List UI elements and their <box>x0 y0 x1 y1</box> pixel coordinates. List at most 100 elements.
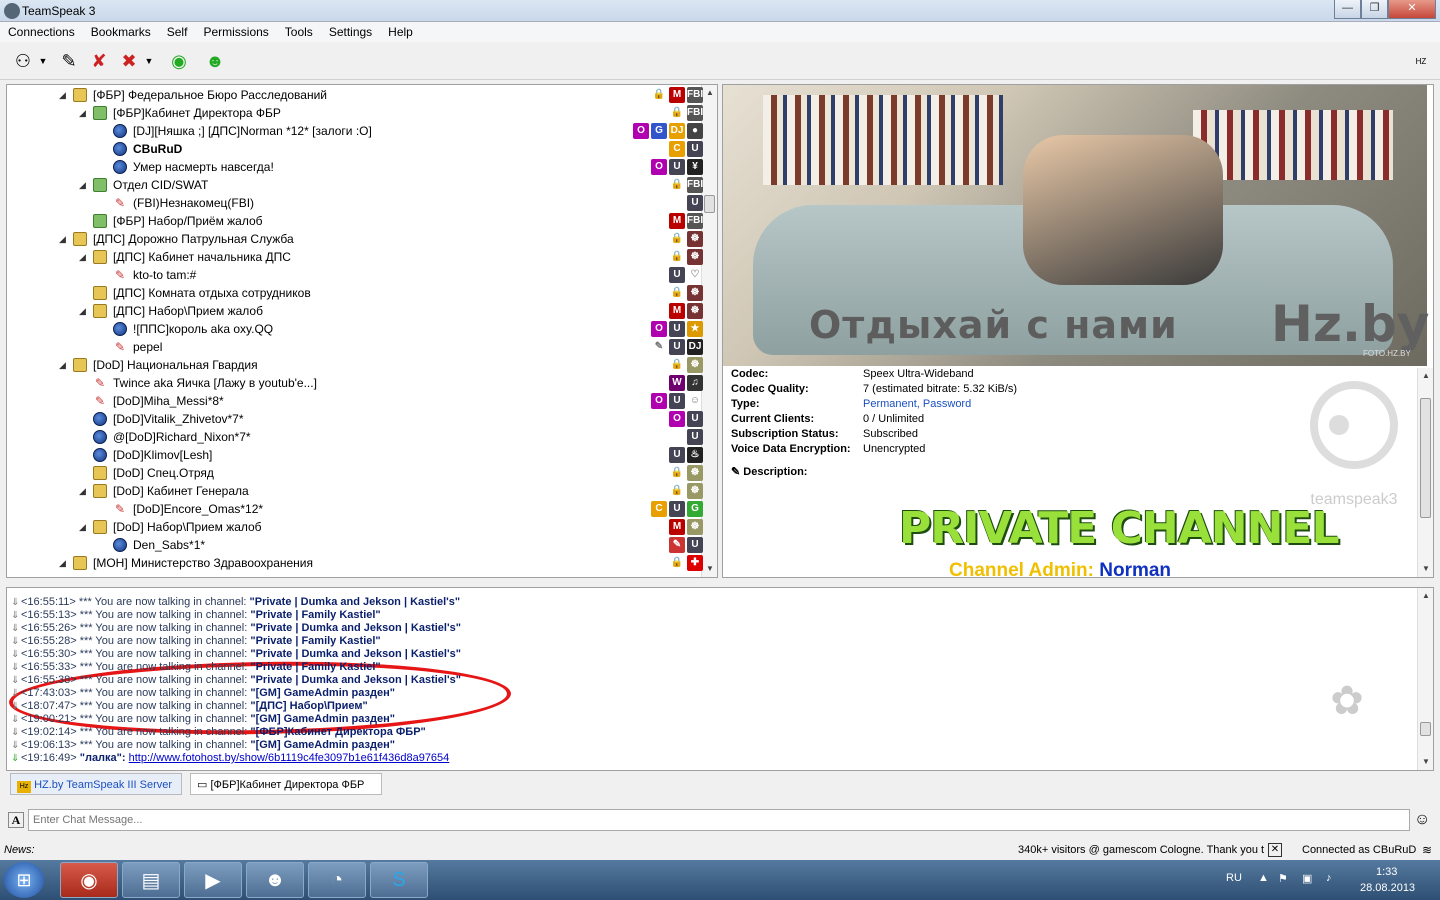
expand-arrow-icon[interactable]: ◢ <box>79 518 86 536</box>
client-item[interactable]: ✎ (FBI)Незнакомец(FBI) U <box>7 194 703 212</box>
channel-item[interactable]: ◢ [ДПС] Кабинет начальника ДПС ☸ 🔒 <box>7 248 703 266</box>
client-item[interactable]: Умер насмерть навсегда! ¥ U O <box>7 158 703 176</box>
dropdown-arrow-icon[interactable]: ▼ <box>36 48 50 74</box>
language-indicator[interactable]: RU <box>1226 872 1242 884</box>
font-format-icon[interactable]: A <box>8 812 24 828</box>
scroll-down-icon[interactable]: ▼ <box>1418 561 1433 577</box>
game-taskbar-icon[interactable]: ☻ <box>246 862 304 898</box>
menu-self[interactable]: Self <box>159 22 196 39</box>
maximize-button[interactable]: ❐ <box>1361 0 1388 19</box>
tray-volume-icon[interactable]: ♪ <box>1326 872 1332 884</box>
channel-item[interactable]: [ФБР] Набор/Приём жалоб FBI M <box>7 212 703 230</box>
scroll-thumb[interactable] <box>1420 398 1431 518</box>
client-item[interactable]: ![ППС]король aka oxy.QQ ★ U O <box>7 320 703 338</box>
menu-settings[interactable]: Settings <box>321 22 380 39</box>
info-scrollbar[interactable]: ▲ ▼ <box>1417 368 1433 577</box>
expand-arrow-icon[interactable]: ◢ <box>59 554 66 572</box>
client-item[interactable]: [DoD]Klimov[Lesh] ♨ U <box>7 446 703 464</box>
scroll-thumb[interactable] <box>1420 722 1431 736</box>
client-item[interactable]: @[DoD]Richard_Nixon*7* U <box>7 428 703 446</box>
client-item[interactable]: ✎ [DoD]Miha_Messi*8* ☺ U O <box>7 392 703 410</box>
skype-taskbar-icon[interactable]: S <box>370 862 428 898</box>
client-item[interactable]: Den_Sabs*1* U ✎ <box>7 536 703 554</box>
scroll-thumb[interactable] <box>704 195 715 213</box>
group-badge-icon: C <box>651 501 667 517</box>
away-icon[interactable]: ◉ <box>166 48 192 74</box>
group-badge-icon: DJ <box>687 339 703 355</box>
info-value[interactable]: Permanent, Password <box>863 398 1123 410</box>
expand-arrow-icon[interactable]: ◢ <box>79 104 86 122</box>
tree-scrollbar[interactable]: ▲ ▼ <box>701 85 717 577</box>
expand-arrow-icon[interactable]: ◢ <box>79 176 86 194</box>
chat-message-input[interactable] <box>28 809 1410 831</box>
chat-link[interactable]: http://www.fotohost.by/show/6b1119c4fe30… <box>129 752 450 764</box>
bookmarks-icon[interactable]: ✎ <box>56 48 82 74</box>
private-channel-title: PRIVATE CHANNEL <box>899 503 1340 554</box>
client-item[interactable]: CBuRuD U C <box>7 140 703 158</box>
scroll-up-icon[interactable]: ▲ <box>1418 368 1433 384</box>
tray-expand-icon[interactable]: ▲ <box>1258 872 1269 884</box>
tray-network-icon[interactable]: ▣ <box>1302 872 1312 885</box>
client-item[interactable]: ✎ [DoD]Encore_Omas*12* G U C <box>7 500 703 518</box>
expand-arrow-icon[interactable]: ◢ <box>79 248 86 266</box>
menu-connections[interactable]: Connections <box>0 22 83 39</box>
channel-item[interactable]: ◢ [ДПС] Набор\Прием жалоб ☸ M <box>7 302 703 320</box>
dropdown-arrow-icon[interactable]: ▼ <box>142 48 156 74</box>
client-item[interactable]: [DoD]Vitalik_Zhivetov*7* U O <box>7 410 703 428</box>
channel-item[interactable]: ◢ [DoD] Набор\Прием жалоб ☸ M <box>7 518 703 536</box>
expand-arrow-icon[interactable]: ◢ <box>79 302 86 320</box>
client-item[interactable]: [DJ][Няшка ;] [ДПС]Norman *12* [залоги :… <box>7 122 703 140</box>
channel-item[interactable]: ◢ [DoD] Национальная Гвардия ☸ 🔒 <box>7 356 703 374</box>
mute-microphone-icon[interactable]: ✖ <box>116 48 142 74</box>
clock-date[interactable]: 28.08.2013 <box>1360 882 1415 894</box>
menu-bookmarks[interactable]: Bookmarks <box>83 22 159 39</box>
channel-item[interactable]: ◢ [DoD] Кабинет Генерала ☸ 🔒 <box>7 482 703 500</box>
tab-channel[interactable]: ▭ [ФБР]Кабинет Директора ФБР <box>190 773 382 795</box>
channel-item[interactable]: ◢ [МОН] Министерство Здравоохранения ✚ 🔒 <box>7 554 703 572</box>
expand-arrow-icon[interactable]: ◢ <box>59 230 66 248</box>
channel-item[interactable]: [ДПС] Комната отдыха сотрудников ☸ 🔒 <box>7 284 703 302</box>
client-item[interactable]: ✎ kto-to tam:# ♡ U <box>7 266 703 284</box>
scroll-up-icon[interactable]: ▲ <box>1418 588 1433 604</box>
news-ticker[interactable]: 340k+ visitors @ gamescom Cologne. Thank… <box>1018 840 1264 860</box>
channel-item[interactable]: ◢ [ДПС] Дорожно Патрульная Служба ☸ 🔒 <box>7 230 703 248</box>
explorer-taskbar-icon[interactable]: ▤ <box>122 862 180 898</box>
channel-item[interactable]: ◢ [ФБР] Федеральное Бюро Расследований FBI… <box>7 86 703 104</box>
disconnect-icon[interactable]: ✘ <box>86 48 112 74</box>
close-button[interactable]: ✕ <box>1388 0 1436 19</box>
chat-timestamp: <16:55:13> <box>21 609 77 621</box>
media-player-taskbar-icon[interactable]: ▶ <box>184 862 242 898</box>
contacts-icon[interactable]: ☻ <box>202 48 228 74</box>
scroll-up-icon[interactable]: ▲ <box>702 85 717 101</box>
chat-user-name[interactable]: "лалка": <box>80 752 126 764</box>
connect-icon[interactable]: ⚇ <box>10 48 36 74</box>
tray-flag-icon[interactable]: ⚑ <box>1278 872 1288 885</box>
channel-switch-icon: ⇓ <box>11 753 20 764</box>
chat-scrollbar[interactable]: ▲ ▼ <box>1417 588 1433 770</box>
expand-arrow-icon[interactable]: ◢ <box>59 356 66 374</box>
start-button[interactable]: ⊞ <box>4 862 44 898</box>
clock-time[interactable]: 1:33 <box>1376 866 1397 878</box>
info-key: Subscription Status: <box>731 428 839 440</box>
tab-server[interactable]: Hz HZ.by TeamSpeak III Server <box>10 773 182 795</box>
group-badge-icon: G <box>651 123 667 139</box>
close-news-icon[interactable]: ✕ <box>1268 843 1282 857</box>
chrome-taskbar-icon[interactable]: ◉ <box>60 862 118 898</box>
client-item[interactable]: ✎ Twince aka Яичка [Лажу в youtub'e...] ♫ W <box>7 374 703 392</box>
channel-item[interactable]: [DoD] Спец.Отряд ☸ 🔒 <box>7 464 703 482</box>
teamspeak-taskbar-icon[interactable]: ◔ <box>308 862 366 898</box>
client-item[interactable]: ✎ pepel DJ U ✎ <box>7 338 703 356</box>
channel-item[interactable]: ◢ Отдел CID/SWAT FBI 🔒 <box>7 176 703 194</box>
expand-arrow-icon[interactable]: ◢ <box>59 86 66 104</box>
menu-permissions[interactable]: Permissions <box>195 22 276 39</box>
channel-icon <box>93 466 107 480</box>
channel-item[interactable]: ◢ [ФБР]Кабинет Директора ФБР FBI 🔒 <box>7 104 703 122</box>
scroll-down-icon[interactable]: ▼ <box>1418 754 1433 770</box>
menu-tools[interactable]: Tools <box>277 22 321 39</box>
menu-help[interactable]: Help <box>380 22 421 39</box>
minimize-button[interactable]: — <box>1334 0 1361 19</box>
emoticon-icon[interactable]: ☺ <box>1414 811 1432 829</box>
badge-group: UC <box>669 141 703 157</box>
expand-arrow-icon[interactable]: ◢ <box>79 482 86 500</box>
scroll-down-icon[interactable]: ▼ <box>702 561 717 577</box>
